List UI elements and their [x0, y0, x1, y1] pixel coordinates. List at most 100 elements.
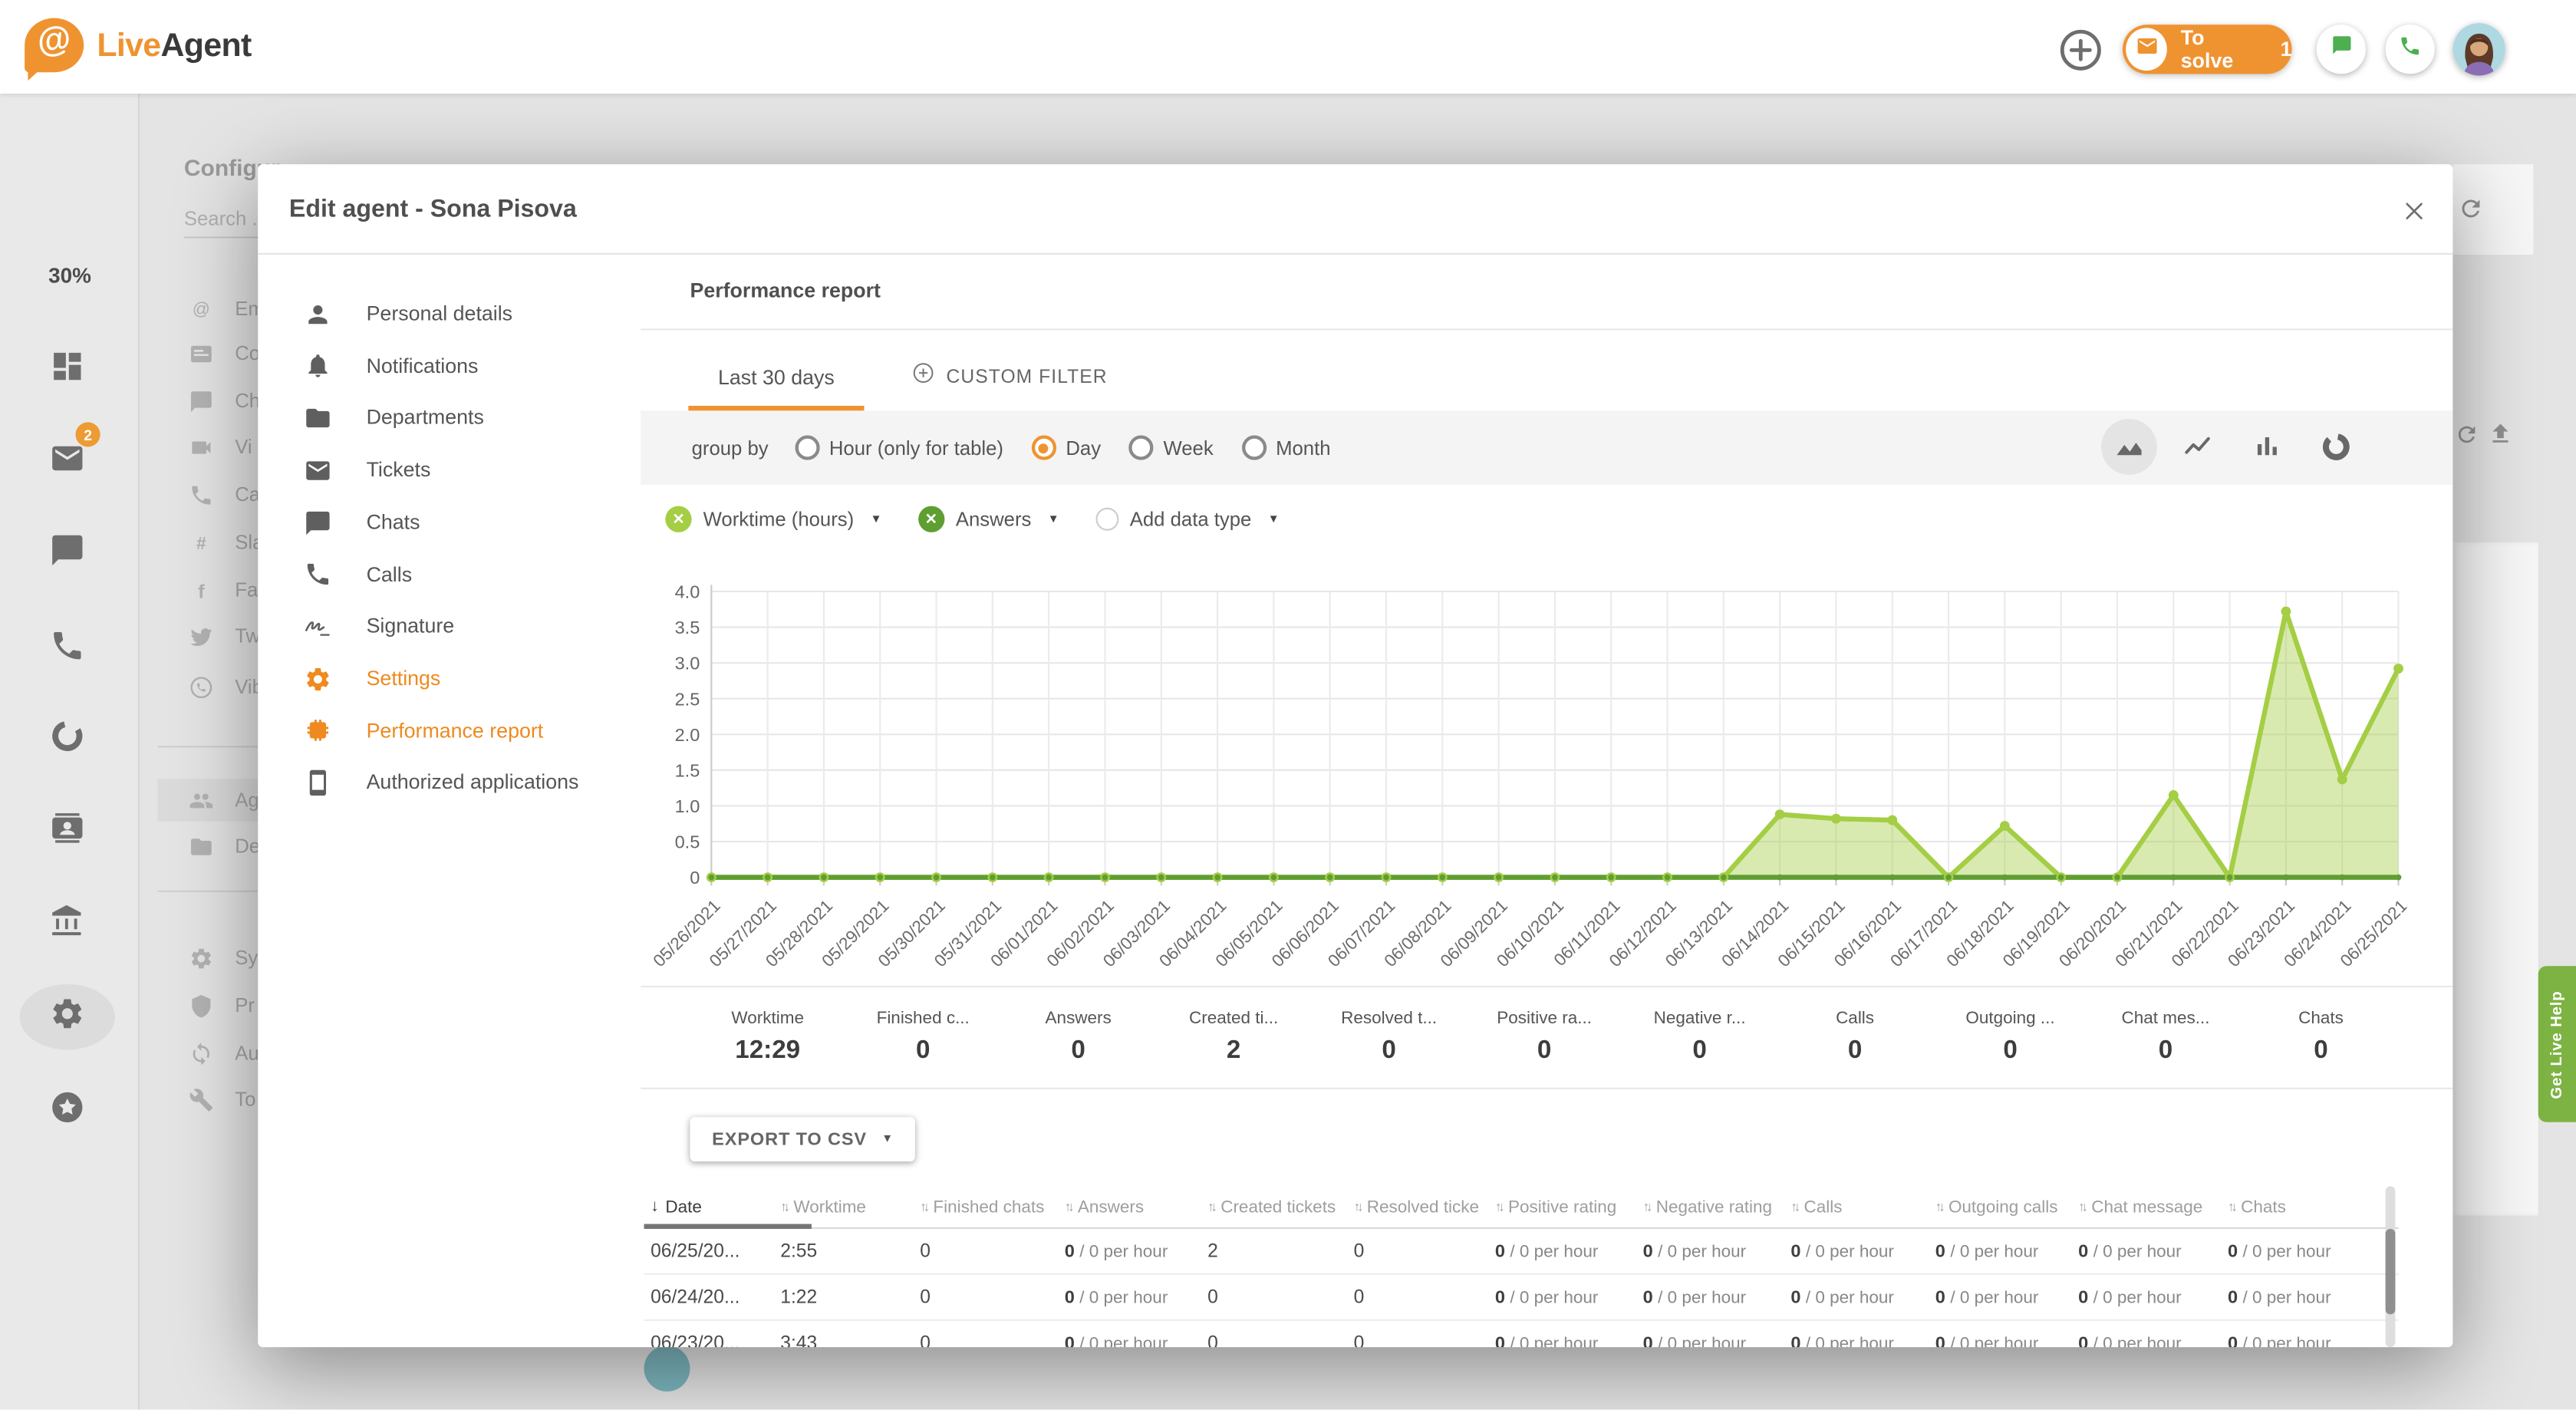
bell-icon	[302, 351, 332, 379]
plus-circle-icon	[2058, 28, 2103, 81]
svg-text:2.5: 2.5	[675, 689, 700, 709]
ring-icon	[49, 717, 85, 762]
user-avatar[interactable]	[2452, 23, 2505, 76]
create-new-button[interactable]	[2058, 28, 2103, 81]
usage-percent: 30%	[0, 263, 140, 288]
tab-last-30-days[interactable]: Last 30 days	[688, 348, 864, 410]
background-search-input[interactable]: Search ...	[184, 207, 258, 239]
modal-nav-performance-report[interactable]: Performance report	[258, 706, 641, 755]
column-header-worktime[interactable]: ↑↓Worktime	[780, 1186, 920, 1227]
to-solve-label: To solve	[2181, 26, 2261, 72]
radio-month[interactable]: Month	[1241, 436, 1330, 460]
series-chip-answers[interactable]: ✕Answers▼	[918, 506, 1059, 532]
column-header-negative-rating[interactable]: ↑↓Negative rating	[1643, 1186, 1791, 1227]
radio-week[interactable]: Week	[1128, 436, 1213, 460]
sort-icon: ↑↓	[1790, 1199, 1797, 1214]
app-sidebar-item-dashboard[interactable]	[49, 351, 85, 387]
app-sidebar-item-mail[interactable]	[49, 443, 85, 479]
upload-icon[interactable]	[2487, 420, 2513, 455]
remove-series-icon[interactable]: ✕	[665, 506, 691, 532]
area-chart-icon[interactable]	[2101, 419, 2157, 475]
app-sidebar-item-gear[interactable]	[49, 999, 85, 1035]
calls-topbar-button[interactable]	[2386, 25, 2435, 74]
app-sidebar-item-contacts[interactable]	[49, 813, 85, 849]
to-solve-button[interactable]: To solve 1	[2123, 25, 2292, 74]
donut-chart-icon[interactable]	[2308, 419, 2364, 475]
gear-icon	[187, 945, 213, 970]
mail-icon	[49, 440, 85, 484]
folder-icon	[302, 404, 332, 431]
modal-nav-chats[interactable]: Chats	[258, 498, 641, 547]
stat-chats: Chats0	[2243, 986, 2398, 1088]
empty-circle-icon	[1095, 508, 1118, 531]
column-header-positive-rating[interactable]: ↑↓Positive rating	[1495, 1186, 1643, 1227]
get-live-help-tab[interactable]: Get Live Help	[2538, 966, 2576, 1122]
bar-chart-icon[interactable]	[2239, 419, 2295, 475]
phone-icon	[302, 560, 332, 588]
app-sidebar-item-ring[interactable]	[49, 721, 85, 757]
modal-nav-notifications[interactable]: Notifications	[258, 341, 641, 390]
stat-resolvedt: Resolved t...0	[1311, 986, 1466, 1088]
export-to-csv-button[interactable]: EXPORT TO CSV ▼	[690, 1117, 914, 1161]
tab-custom-filter[interactable]: CUSTOM FILTER	[912, 348, 1108, 406]
column-header-calls[interactable]: ↑↓Calls	[1790, 1186, 1935, 1227]
app-sidebar: 30% 2	[0, 94, 140, 1409]
background-agent-avatar	[644, 1346, 690, 1392]
bank-icon	[49, 903, 85, 947]
chevron-down-icon: ▼	[1268, 513, 1280, 525]
svg-text:1.0: 1.0	[675, 796, 700, 816]
modal-nav-calls[interactable]: Calls	[258, 549, 641, 598]
app-sidebar-item-phone[interactable]	[49, 631, 85, 667]
gear-icon	[49, 995, 85, 1039]
modal-nav-settings[interactable]: Settings	[258, 654, 641, 703]
remove-series-icon[interactable]: ✕	[918, 506, 944, 532]
modal-nav-departments[interactable]: Departments	[258, 393, 641, 442]
column-header-created-tickets[interactable]: ↑↓Created tickets	[1207, 1186, 1354, 1227]
liveagent-app: @ LiveAgent To solve 1 30% 2 Configur Se…	[0, 0, 2576, 1409]
stat-finishedc: Finished c...0	[845, 986, 1000, 1088]
stat-negativer: Negative r...0	[1622, 986, 1777, 1088]
app-sidebar-item-starcircle[interactable]	[49, 1092, 85, 1128]
line-chart-icon[interactable]	[2170, 419, 2226, 475]
column-header-resolved-ticke[interactable]: ↑↓Resolved ticke	[1354, 1186, 1495, 1227]
radio-circle-icon	[1031, 436, 1056, 460]
column-header-finished-chats[interactable]: ↑↓Finished chats	[920, 1186, 1064, 1227]
column-header-outgoing-calls[interactable]: ↑↓Outgoing calls	[1935, 1186, 2078, 1227]
series-chip-worktime[interactable]: ✕Worktime (hours)▼	[665, 506, 881, 532]
column-header-answers[interactable]: ↑↓Answers	[1065, 1186, 1207, 1227]
sort-icon: ↑↓	[2078, 1199, 2085, 1214]
group-by-label: group by	[692, 437, 769, 460]
radio-hour[interactable]: Hour (only for table)	[795, 436, 1003, 460]
modal-nav-personal-details[interactable]: Personal details	[258, 289, 641, 338]
table-header-row: ↓Date↑↓Worktime↑↓Finished chats↑↓Answers…	[644, 1186, 2399, 1229]
refresh-icon[interactable]	[2458, 196, 2484, 230]
sort-icon: ↑↓	[2228, 1199, 2235, 1214]
svg-text:3.5: 3.5	[675, 618, 700, 637]
column-header-date[interactable]: ↓Date	[651, 1186, 780, 1227]
stats-row: Worktime12:29Finished c...0Answers0Creat…	[690, 986, 2398, 1088]
radio-circle-icon	[795, 436, 819, 460]
svg-text:0: 0	[690, 868, 700, 888]
close-icon[interactable]	[2399, 196, 2429, 226]
stat-outgoing: Outgoing ...0	[1932, 986, 2087, 1088]
performance-table: ↓Date↑↓Worktime↑↓Finished chats↑↓Answers…	[644, 1186, 2399, 1347]
add-data-type-chip[interactable]: Add data type▼	[1095, 508, 1280, 531]
radio-day[interactable]: Day	[1031, 436, 1101, 460]
app-sidebar-item-chat[interactable]	[49, 535, 85, 572]
at-icon: @	[187, 297, 213, 321]
table-scrollbar-thumb[interactable]	[2386, 1229, 2396, 1314]
modal-nav-tickets[interactable]: Tickets	[258, 445, 641, 494]
modal-nav-signature[interactable]: Signature	[258, 601, 641, 651]
viber-icon	[187, 674, 213, 699]
sort-icon: ↑↓	[920, 1199, 927, 1214]
chat-icon	[2331, 35, 2352, 64]
table-row: 06/24/20...1:2200/ 0 per hour000/ 0 per …	[644, 1275, 2399, 1321]
phone-icon	[49, 627, 85, 671]
modal-nav-authorized-applications[interactable]: Authorized applications	[258, 757, 641, 806]
refresh-icon[interactable]	[2455, 422, 2479, 455]
chats-topbar-button[interactable]	[2317, 25, 2366, 74]
column-header-chat-message[interactable]: ↑↓Chat message	[2078, 1186, 2228, 1227]
app-sidebar-item-bank[interactable]	[49, 907, 85, 943]
column-header-chats[interactable]: ↑↓Chats	[2228, 1186, 2389, 1227]
sort-icon: ↑↓	[780, 1199, 787, 1214]
